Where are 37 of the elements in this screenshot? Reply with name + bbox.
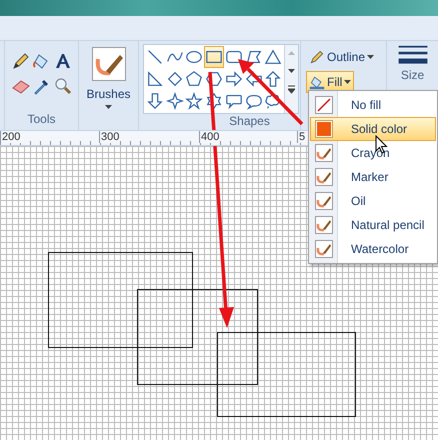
- menu-item[interactable]: Watercolor: [310, 237, 436, 261]
- outline-button[interactable]: Outline: [306, 47, 378, 67]
- size-label: Size: [400, 68, 424, 82]
- caret-icon: [105, 105, 112, 109]
- shape-tool[interactable]: [145, 90, 165, 112]
- menu-item[interactable]: No fill: [310, 93, 436, 117]
- caret-icon: [344, 80, 352, 84]
- shape-tool[interactable]: [263, 68, 284, 90]
- ruler-label: 5: [297, 131, 306, 143]
- expand-gallery-icon[interactable]: [288, 83, 295, 95]
- pencil-icon[interactable]: [10, 51, 30, 71]
- pencil-icon: [309, 49, 325, 65]
- magnifier-icon[interactable]: [52, 76, 72, 96]
- ruler-label: 400: [199, 131, 220, 143]
- shape-tool[interactable]: [164, 90, 185, 112]
- menu-item[interactable]: Crayon: [310, 141, 436, 165]
- paint-bucket-icon: [309, 74, 325, 90]
- ruler-label: 200: [0, 131, 22, 143]
- ruler-label: 300: [99, 131, 120, 143]
- brush-icon: [315, 192, 333, 210]
- caret-icon: [367, 55, 374, 59]
- brushes-button[interactable]: Brushes: [86, 47, 131, 109]
- no-fill-icon: [315, 96, 333, 114]
- shape-tool[interactable]: [204, 46, 224, 68]
- group-label: Shapes: [229, 114, 270, 128]
- menu-item[interactable]: Oil: [310, 189, 436, 213]
- solid-color-icon: [315, 120, 333, 138]
- brush-icon: [92, 47, 126, 81]
- group-label: Tools: [27, 111, 56, 128]
- menu-item[interactable]: Marker: [310, 165, 436, 189]
- brush-icon: [315, 144, 333, 162]
- menu-item[interactable]: Natural pencil: [310, 213, 436, 237]
- brush-icon: [315, 216, 333, 234]
- brush-icon: [315, 168, 333, 186]
- shape-tool[interactable]: [184, 90, 204, 112]
- menu-item[interactable]: Solid color: [310, 117, 436, 141]
- brush-icon: [315, 240, 333, 258]
